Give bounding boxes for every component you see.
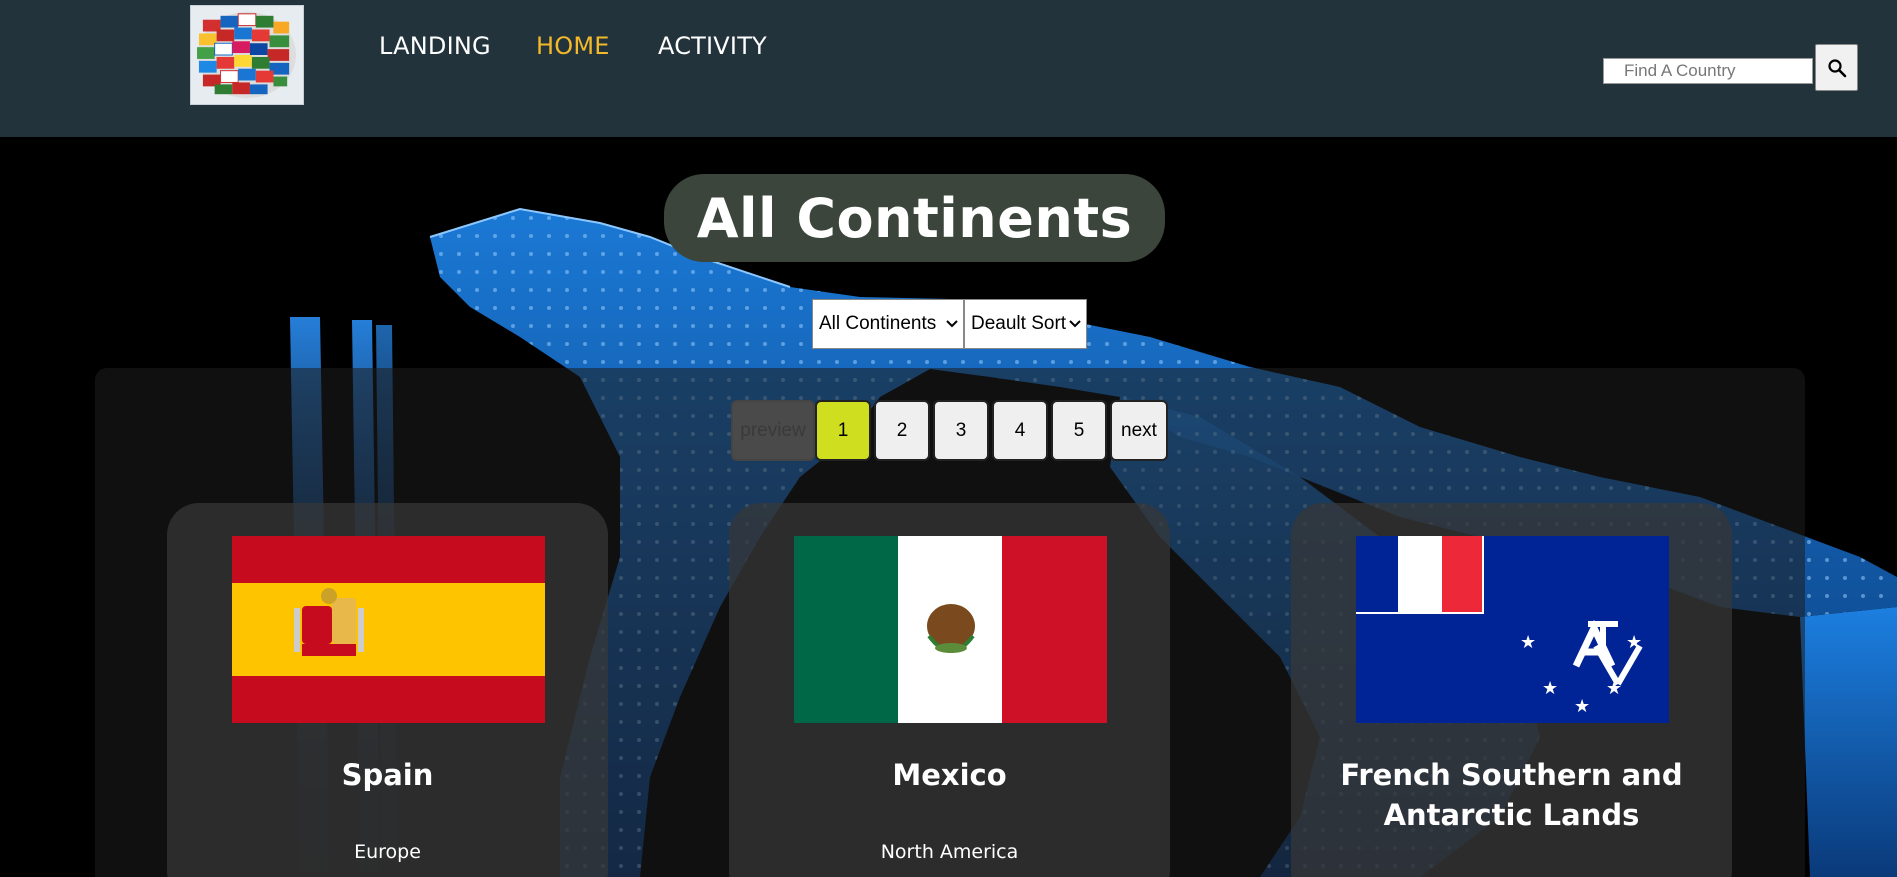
country-card-spain[interactable]: Spain Europe: [167, 503, 608, 877]
country-continent: Europe: [354, 841, 421, 863]
sort-value: Deault Sort: [971, 313, 1067, 334]
country-name: Mexico: [892, 758, 1007, 792]
page-title-container: All Continents: [664, 174, 1165, 262]
country-card-french-southern-antarctic-lands[interactable]: ★ ★ ★ ★ ★ French Southern and Antarctic …: [1291, 503, 1732, 877]
svg-text:★: ★: [1520, 632, 1536, 653]
french-southern-antarctic-lands-flag: ★ ★ ★ ★ ★: [1356, 536, 1669, 723]
country-name: Spain: [341, 758, 434, 792]
pagination-next-button[interactable]: next: [1110, 400, 1168, 461]
country-name: French Southern and Antarctic Lands: [1340, 758, 1683, 832]
pagination-page-2[interactable]: 2: [874, 400, 930, 461]
svg-text:★: ★: [1606, 678, 1622, 699]
chevron-down-icon: [1069, 320, 1081, 328]
flags-collage-icon: [191, 6, 303, 104]
search-button[interactable]: [1815, 44, 1858, 91]
search-icon: [1827, 58, 1846, 77]
country-continent: North America: [880, 841, 1019, 863]
continent-filter-select[interactable]: All Continents: [812, 299, 964, 349]
spain-flag: [232, 536, 545, 723]
sort-select[interactable]: Deault Sort: [964, 299, 1087, 349]
pagination-page-4[interactable]: 4: [992, 400, 1048, 461]
pagination-prev-button[interactable]: preview: [731, 400, 815, 461]
svg-text:★: ★: [1574, 696, 1590, 717]
svg-text:★: ★: [1542, 678, 1558, 699]
pagination-page-1[interactable]: 1: [815, 400, 871, 461]
nav-link-home[interactable]: HOME: [536, 32, 610, 60]
continent-filter-value: All Continents: [819, 313, 937, 334]
nav-link-activity[interactable]: ACTIVITY: [658, 32, 767, 60]
chevron-down-icon: [946, 320, 958, 328]
page-title: All Continents: [696, 186, 1133, 250]
search-input[interactable]: [1603, 58, 1813, 84]
pagination-page-3[interactable]: 3: [933, 400, 989, 461]
spain-flag-icon: [232, 536, 545, 723]
tf-flag-icon: ★ ★ ★ ★ ★: [1356, 536, 1669, 723]
nav-link-landing[interactable]: LANDING: [379, 32, 491, 60]
mexico-flag: [794, 536, 1107, 723]
top-navbar: LANDING HOME ACTIVITY: [0, 0, 1897, 137]
world-flags-logo[interactable]: [190, 5, 304, 105]
mexico-flag-icon: [794, 536, 1107, 723]
svg-text:★: ★: [1626, 632, 1642, 653]
country-card-mexico[interactable]: Mexico North America: [729, 503, 1170, 877]
pagination-page-5[interactable]: 5: [1051, 400, 1107, 461]
